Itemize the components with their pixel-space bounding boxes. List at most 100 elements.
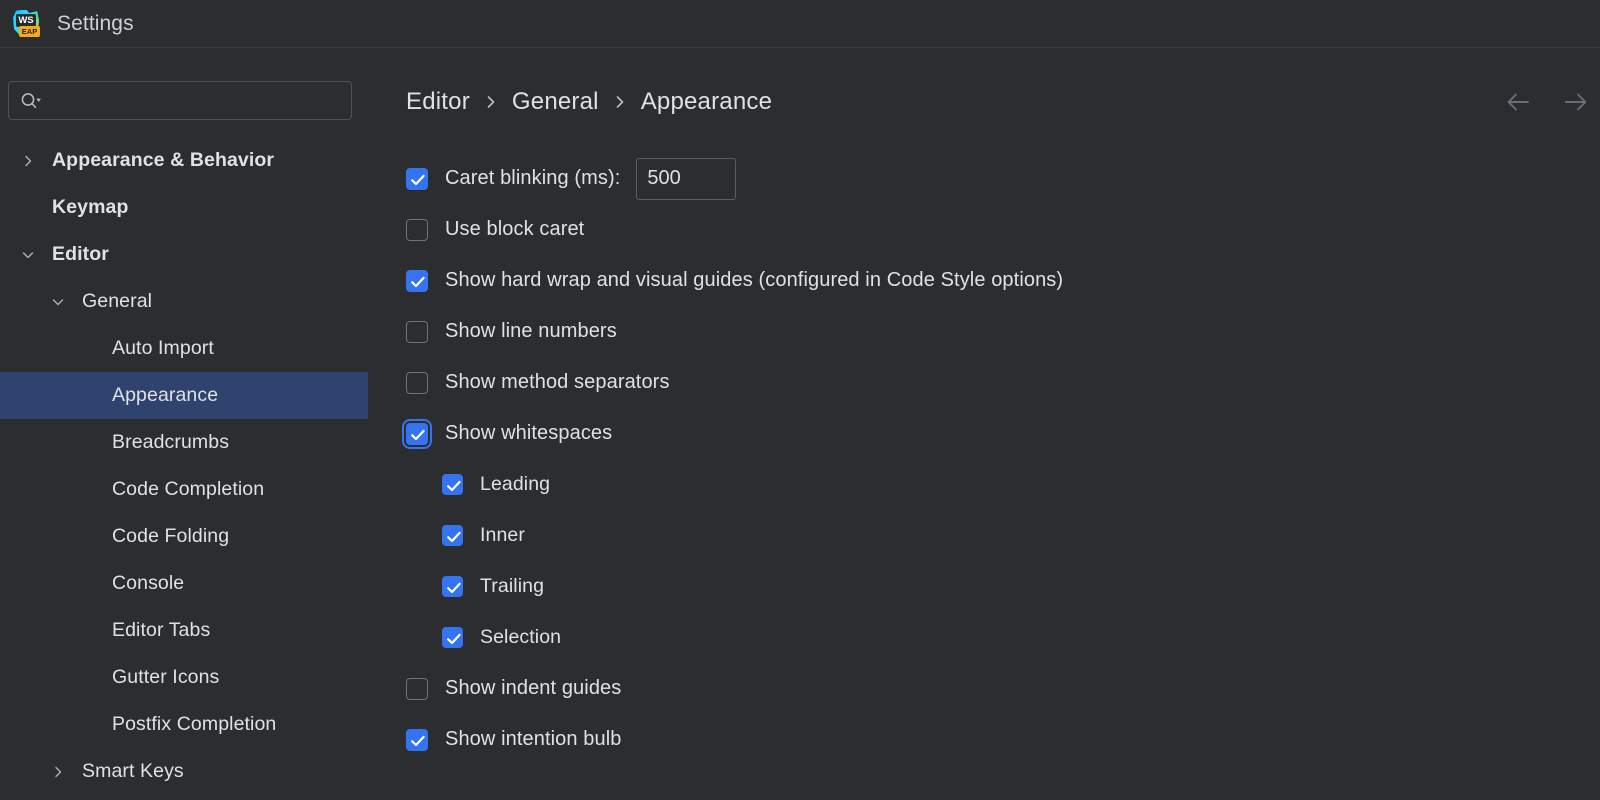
app-icon-ws-text: WS xyxy=(16,13,36,27)
checkmark-icon xyxy=(411,174,425,185)
sidebar-item-breadcrumbs[interactable]: Breadcrumbs xyxy=(0,419,368,466)
breadcrumb-separator-icon xyxy=(616,96,624,108)
sidebar-item-postfix-completion[interactable]: Postfix Completion xyxy=(0,701,368,748)
search-box[interactable] xyxy=(8,81,352,120)
option-label: Show intention bulb xyxy=(445,728,622,750)
sidebar-item-auto-import[interactable]: Auto Import xyxy=(0,325,368,372)
checkbox-selection[interactable] xyxy=(442,627,463,648)
sidebar-item-label: Appearance & Behavior xyxy=(52,149,275,171)
sidebar-scrollbar-track[interactable] xyxy=(356,137,366,800)
option-row-selection: Selection xyxy=(406,612,1596,663)
sidebar-item-code-completion[interactable]: Code Completion xyxy=(0,466,368,513)
option-label: Show hard wrap and visual guides (config… xyxy=(445,269,1064,291)
navigation-arrows xyxy=(1502,85,1600,119)
search-icon[interactable] xyxy=(20,91,42,111)
checkbox-show-hard-wrap-and-visual-guides-configured-[interactable] xyxy=(406,269,428,292)
settings-sidebar: Appearance & Behavior Keymap Editor General… xyxy=(0,49,368,800)
option-row-show-method-separators: Show method separators xyxy=(406,357,1596,408)
option-row-show-intention-bulb: Show intention bulb xyxy=(406,714,1596,765)
checkbox-caret-blinking-ms[interactable] xyxy=(406,167,428,190)
sidebar-item-label: Editor Tabs xyxy=(112,619,211,641)
settings-content-pane: Editor General Appearance Caret blinking (… xyxy=(368,49,1600,800)
checkmark-icon xyxy=(447,531,461,543)
checkbox-leading[interactable] xyxy=(442,474,463,495)
checkmark-icon xyxy=(411,429,425,440)
chevron-down-icon[interactable] xyxy=(50,294,66,310)
option-label: Caret blinking (ms): xyxy=(445,167,621,189)
sidebar-item-smart-keys[interactable]: Smart Keys xyxy=(0,748,368,795)
checkbox-inner[interactable] xyxy=(442,525,463,546)
option-label: Inner xyxy=(480,524,525,546)
checkbox-show-method-separators[interactable] xyxy=(406,371,428,394)
option-label: Show whitespaces xyxy=(445,422,613,444)
sidebar-item-label: General xyxy=(82,290,153,312)
sidebar-item-label: Code Completion xyxy=(112,478,265,500)
checkmark-icon xyxy=(411,276,425,287)
option-label: Leading xyxy=(480,473,551,495)
option-label: Show line numbers xyxy=(445,320,617,342)
sidebar-item-editor[interactable]: Editor xyxy=(0,231,368,278)
option-row-show-hard-wrap-and-visual-guides-configured-: Show hard wrap and visual guides (config… xyxy=(406,255,1596,306)
checkmark-icon xyxy=(447,582,461,594)
checkmark-icon xyxy=(411,735,425,746)
option-row-inner: Inner xyxy=(406,510,1596,561)
search-input[interactable] xyxy=(42,82,351,119)
checkbox-show-intention-bulb[interactable] xyxy=(406,728,428,751)
sidebar-item-label: Smart Keys xyxy=(82,760,184,782)
option-label: Show indent guides xyxy=(445,677,622,699)
sidebar-item-label: Keymap xyxy=(52,196,129,218)
back-arrow-icon[interactable] xyxy=(1502,85,1536,119)
sidebar-item-code-folding[interactable]: Code Folding xyxy=(0,513,368,560)
option-row-show-line-numbers: Show line numbers xyxy=(406,306,1596,357)
chevron-down-icon[interactable] xyxy=(20,247,36,263)
sidebar-item-editor-tabs[interactable]: Editor Tabs xyxy=(0,607,368,654)
checkbox-show-indent-guides[interactable] xyxy=(406,677,428,700)
breadcrumb: Editor General Appearance xyxy=(406,82,772,122)
option-label: Use block caret xyxy=(445,218,585,240)
option-row-trailing: Trailing xyxy=(406,561,1596,612)
checkbox-show-line-numbers[interactable] xyxy=(406,320,428,343)
sidebar-item-appearance[interactable]: Appearance xyxy=(0,372,368,419)
sidebar-item-appearance-behavior[interactable]: Appearance & Behavior xyxy=(0,137,368,184)
checkmark-icon xyxy=(447,633,461,645)
checkbox-trailing[interactable] xyxy=(442,576,463,597)
settings-tree-list: Appearance & Behavior Keymap Editor General… xyxy=(0,137,368,795)
window-title: Settings xyxy=(57,11,134,35)
option-row-leading: Leading xyxy=(406,459,1596,510)
option-label: Selection xyxy=(480,626,562,648)
caret-blinking-input[interactable] xyxy=(636,157,737,200)
search-field-wrapper xyxy=(8,81,352,120)
breadcrumb-separator-icon xyxy=(487,96,495,108)
sidebar-item-keymap[interactable]: Keymap xyxy=(0,184,368,231)
breadcrumb-crumb-editor[interactable]: Editor xyxy=(406,88,470,116)
checkmark-icon xyxy=(447,480,461,492)
sidebar-item-console[interactable]: Console xyxy=(0,560,368,607)
sidebar-item-label: Code Folding xyxy=(112,525,230,547)
option-row-show-whitespaces: Show whitespaces xyxy=(406,408,1596,459)
sidebar-item-label: Postfix Completion xyxy=(112,713,277,735)
sidebar-item-label: Editor xyxy=(52,243,109,265)
breadcrumb-crumb-appearance[interactable]: Appearance xyxy=(641,88,772,116)
settings-tree: Appearance & Behavior Keymap Editor General… xyxy=(0,137,368,800)
option-label: Trailing xyxy=(480,575,545,597)
sidebar-item-label: Console xyxy=(112,572,185,594)
forward-arrow-icon[interactable] xyxy=(1558,85,1592,119)
option-row-caret-blinking-ms: Caret blinking (ms): xyxy=(406,153,1596,204)
chevron-right-icon[interactable] xyxy=(20,153,36,169)
app-icon-eap-badge: EAP xyxy=(19,25,40,37)
breadcrumb-crumb-general[interactable]: General xyxy=(512,88,599,116)
option-row-show-indent-guides: Show indent guides xyxy=(406,663,1596,714)
sidebar-item-label: Appearance xyxy=(112,384,219,406)
sidebar-item-label: Breadcrumbs xyxy=(112,431,230,453)
checkbox-show-whitespaces[interactable] xyxy=(406,422,428,445)
webstorm-eap-icon: WS EAP xyxy=(11,9,41,39)
sidebar-item-label: Auto Import xyxy=(112,337,214,359)
checkbox-use-block-caret[interactable] xyxy=(406,218,428,241)
option-row-use-block-caret: Use block caret xyxy=(406,204,1596,255)
chevron-right-icon[interactable] xyxy=(50,764,66,780)
options-list: Caret blinking (ms): Use block caret Show … xyxy=(406,153,1596,765)
sidebar-item-label: Gutter Icons xyxy=(112,666,220,688)
sidebar-item-gutter-icons[interactable]: Gutter Icons xyxy=(0,654,368,701)
option-label: Show method separators xyxy=(445,371,670,393)
sidebar-item-general[interactable]: General xyxy=(0,278,368,325)
